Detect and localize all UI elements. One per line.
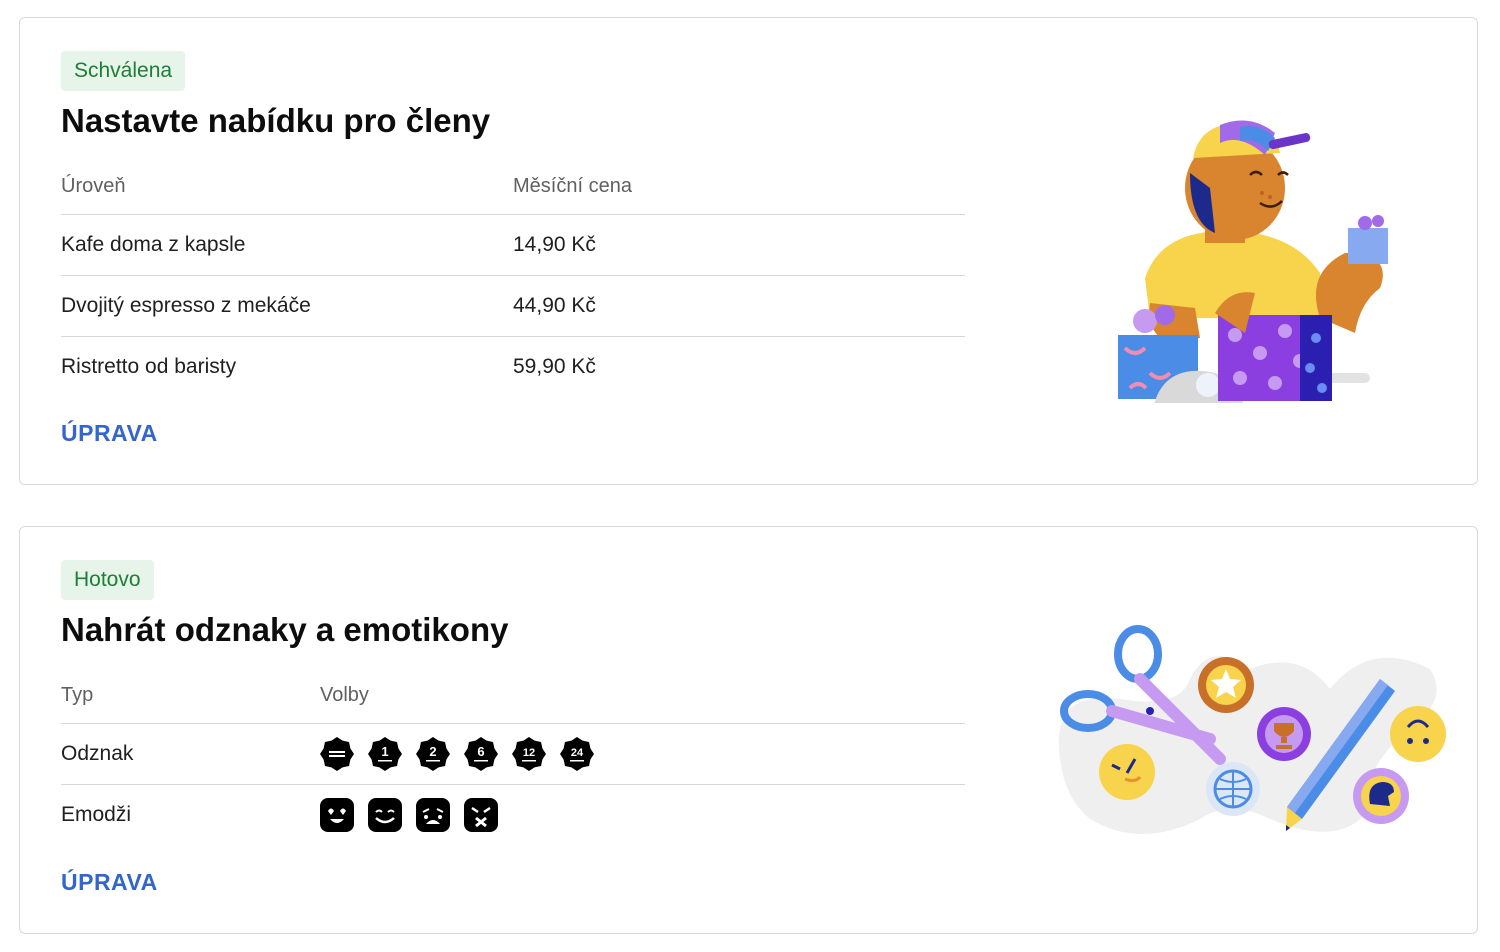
asset-type: Odznak <box>61 742 134 765</box>
level-name: Dvojitý espresso z mekáče <box>61 294 311 317</box>
asset-type: Emodži <box>61 803 132 826</box>
emoji-cry-icon <box>416 798 450 832</box>
edit-assets-button[interactable]: ÚPRAVA <box>61 869 158 896</box>
column-header-options: Volby <box>320 683 369 706</box>
column-header-level: Úroveň <box>61 174 126 197</box>
badge-24-months-icon: 24 <box>560 737 594 771</box>
emoji-love-icon <box>320 798 354 832</box>
svg-text:12: 12 <box>523 747 535 759</box>
status-badge: Schválena <box>61 51 186 91</box>
level-price: 14,90 Kč <box>513 233 596 256</box>
table-header: Úroveň Měsíční cena <box>61 158 965 215</box>
level-price: 44,90 Kč <box>513 294 596 317</box>
card-title: Nahrát odznaky a emotikony <box>61 611 509 648</box>
badge-options: 1 2 6 12 24 <box>320 724 594 784</box>
table-row: Emodži <box>61 785 965 845</box>
membership-offer-card: Schválena Nastavte nabídku pro členy Úro… <box>19 17 1478 485</box>
badges-emotes-card: Hotovo Nahrát odznaky a emotikony Typ Vo… <box>19 526 1478 934</box>
badge-new-member-icon <box>320 737 354 771</box>
badge-12-months-icon: 12 <box>512 737 546 771</box>
table-header: Typ Volby <box>61 667 965 724</box>
craft-tools-illustration <box>1058 625 1446 834</box>
column-header-price: Měsíční cena <box>513 174 632 197</box>
column-header-type: Typ <box>61 683 94 706</box>
pricing-table: Úroveň Měsíční cena Kafe doma z kapsle 1… <box>61 158 965 397</box>
table-row: Ristretto od baristy 59,90 Kč <box>61 337 965 397</box>
table-row: Dvojitý espresso z mekáče 44,90 Kč <box>61 276 965 337</box>
badge-2-months-icon: 2 <box>416 737 450 771</box>
svg-text:24: 24 <box>571 747 584 759</box>
emoji-angry-icon <box>464 798 498 832</box>
gift-person-illustration <box>1118 120 1388 403</box>
edit-offer-button[interactable]: ÚPRAVA <box>61 420 158 447</box>
status-badge: Hotovo <box>61 560 154 600</box>
assets-table: Typ Volby Odznak 1 2 6 12 24 Emodži <box>61 667 965 845</box>
badge-1-month-icon: 1 <box>368 737 402 771</box>
level-name: Kafe doma z kapsle <box>61 233 246 256</box>
table-row: Kafe doma z kapsle 14,90 Kč <box>61 215 965 276</box>
svg-text:1: 1 <box>381 744 388 759</box>
table-row: Odznak 1 2 6 12 24 <box>61 724 965 785</box>
level-price: 59,90 Kč <box>513 355 596 378</box>
emoji-options <box>320 785 498 845</box>
badge-6-months-icon: 6 <box>464 737 498 771</box>
card-title: Nastavte nabídku pro členy <box>61 102 491 139</box>
emoji-smile-icon <box>368 798 402 832</box>
svg-text:2: 2 <box>429 744 436 759</box>
level-name: Ristretto od baristy <box>61 355 237 378</box>
svg-text:6: 6 <box>477 744 484 759</box>
